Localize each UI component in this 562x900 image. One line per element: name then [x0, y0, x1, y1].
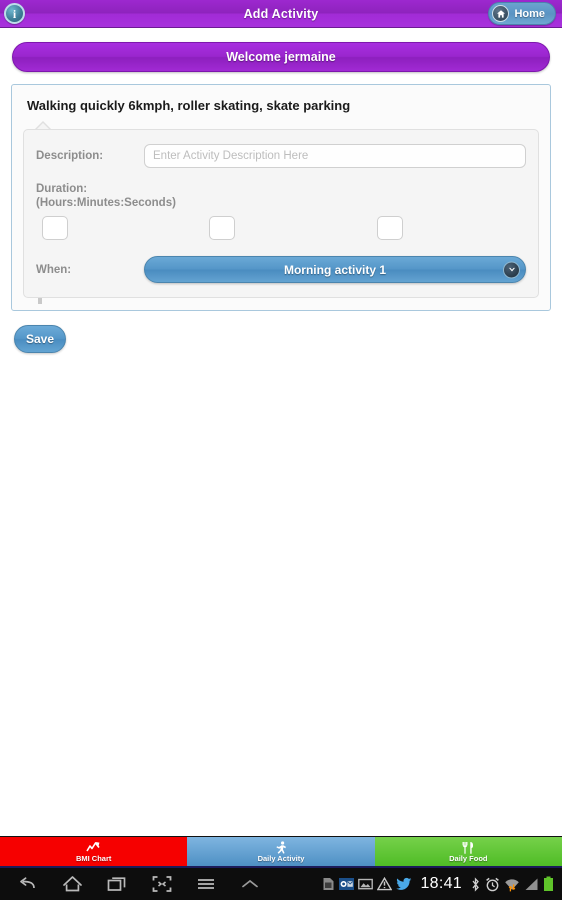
android-system-bar: 18:41 [0, 868, 562, 900]
welcome-text: Welcome jermaine [226, 50, 336, 64]
title-bar: i Add Activity Home [0, 0, 562, 28]
duration-hours-input[interactable] [42, 216, 68, 240]
actions-row: Save [0, 311, 562, 353]
home-icon [492, 5, 510, 22]
warning-icon [377, 877, 393, 891]
activity-card: Walking quickly 6kmph, roller skating, s… [11, 84, 551, 311]
chevron-up-icon[interactable] [240, 877, 260, 891]
image-icon [358, 877, 374, 891]
info-icon-glyph: i [12, 6, 17, 21]
outlook-mail-icon [339, 877, 355, 891]
signal-bars-icon [524, 877, 539, 892]
android-status-icons: 18:41 [322, 875, 562, 893]
home-outline-icon[interactable] [62, 875, 83, 893]
duration-seconds-input[interactable] [377, 216, 403, 240]
recent-apps-icon[interactable] [107, 875, 128, 893]
duration-minutes-input[interactable] [209, 216, 235, 240]
when-select-value: Morning activity 1 [283, 262, 387, 277]
bluetooth-icon [470, 876, 481, 892]
page-title: Add Activity [243, 6, 319, 21]
wifi-icon [504, 877, 520, 892]
tab-bmi-chart-label: BMI Chart [75, 853, 112, 863]
duration-label-line1: Duration: [36, 183, 88, 195]
back-icon[interactable] [18, 876, 38, 893]
menu-icon[interactable] [196, 877, 216, 891]
welcome-banner-wrap: Welcome jermaine [0, 28, 562, 72]
welcome-banner: Welcome jermaine [12, 42, 550, 72]
tab-daily-food[interactable]: Daily Food [374, 837, 562, 866]
save-button[interactable]: Save [14, 325, 66, 353]
app-screen: i Add Activity Home Welcome jermaine Wal… [0, 0, 562, 900]
duration-label-line2: (Hours:Minutes:Seconds) [36, 197, 176, 209]
home-button-label: Home [514, 7, 545, 20]
tab-daily-food-label: Daily Food [449, 853, 488, 863]
battery-icon [543, 876, 554, 892]
when-row: When: Morning activity 1 [36, 256, 526, 283]
description-row: Description: [36, 144, 526, 168]
running-person-icon [274, 840, 288, 855]
activity-name: Walking quickly 6kmph, roller skating, s… [27, 98, 351, 113]
status-clock: 18:41 [420, 875, 462, 892]
chart-icon [86, 841, 101, 855]
fork-knife-icon [461, 841, 475, 855]
home-button[interactable]: Home [488, 2, 556, 25]
tab-daily-activity-label: Daily Activity [257, 853, 305, 863]
duration-label: Duration: (Hours:Minutes:Seconds) [36, 182, 526, 210]
when-label: When: [36, 263, 72, 276]
alarm-clock-icon [485, 877, 500, 892]
chevron-down-icon [503, 261, 520, 278]
description-label: Description: [36, 150, 104, 162]
screenshot-icon[interactable] [152, 875, 172, 893]
when-select[interactable]: Morning activity 1 [144, 256, 526, 283]
bottom-tab-bar: BMI Chart Daily Activity Daily Food [0, 836, 562, 868]
activity-form-panel: Description: Duration: (Hours:Minutes:Se… [23, 129, 539, 304]
duration-inputs-row [36, 216, 526, 240]
description-input[interactable] [144, 144, 526, 168]
twitter-bird-icon [396, 877, 412, 891]
tab-bmi-chart[interactable]: BMI Chart [0, 837, 188, 866]
info-icon[interactable]: i [4, 3, 25, 24]
android-nav-buttons [0, 875, 260, 893]
activity-form-panel-wrap: Description: Duration: (Hours:Minutes:Se… [23, 121, 539, 304]
sd-card-icon [322, 877, 335, 891]
tab-daily-activity[interactable]: Daily Activity [187, 837, 375, 866]
panel-marker [38, 298, 42, 304]
